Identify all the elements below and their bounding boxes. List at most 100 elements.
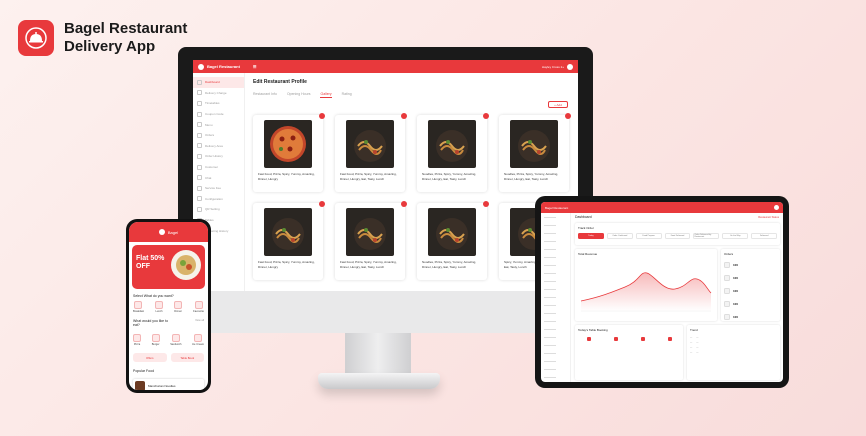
tablet-sidebar-item[interactable] — [541, 264, 570, 272]
stat-icon — [724, 274, 730, 281]
sidebar-item[interactable]: Delivery Area — [193, 141, 244, 152]
gallery-card[interactable]: Fast Food, Pizza, Spicy, Yummy, Amazing,… — [253, 113, 325, 192]
tablet-sidebar-item[interactable] — [541, 376, 570, 382]
sidebar-item[interactable]: Orders — [193, 130, 244, 141]
offers-button[interactable]: Offers — [133, 353, 167, 362]
tablet-sidebar-item[interactable] — [541, 232, 570, 240]
sidebar-item[interactable]: Customer — [193, 162, 244, 173]
tablet-sidebar-item[interactable] — [541, 360, 570, 368]
user-label[interactable]: Hayley Cross 2+ — [542, 65, 564, 69]
delete-icon[interactable] — [401, 113, 407, 119]
noodles-image — [346, 120, 394, 168]
gallery-card-desc: Fast Food, Pizza, Spicy, Yummy, Amazing,… — [258, 172, 315, 181]
booking-slot[interactable] — [640, 337, 645, 341]
category-chip[interactable]: Ice Cream — [192, 334, 204, 346]
profile-tabs: Restaurant Info Opening Hours Gallery Ratin… — [253, 92, 572, 98]
tablet-sidebar-item[interactable] — [541, 336, 570, 344]
tablet-sidebar-item[interactable] — [541, 272, 570, 280]
sidebar-item-label: Coupon Code — [205, 112, 224, 117]
sidebar-item-icon — [197, 164, 202, 170]
view-all-link[interactable]: View all — [195, 319, 204, 322]
tablet-sidebar-item[interactable] — [541, 256, 570, 264]
tablet-sidebar-item[interactable] — [541, 248, 570, 256]
category-icon — [174, 301, 183, 309]
sidebar-item[interactable]: QR Setting — [193, 204, 244, 215]
revenue-card: Total Revenue — [575, 249, 717, 321]
category-icon — [171, 334, 180, 342]
gallery-card[interactable]: Noodles, Pizza, Spicy, Yummy, Amazing, D… — [417, 113, 489, 192]
tab[interactable]: Opening Hours — [287, 92, 311, 98]
tablet-sidebar-item[interactable] — [541, 224, 570, 232]
category-chip[interactable]: Burger — [151, 334, 160, 346]
tab[interactable]: Rating — [342, 92, 352, 98]
delete-icon[interactable] — [401, 201, 407, 207]
delete-icon[interactable] — [483, 201, 489, 207]
eat-heading: What would you like to eat? — [133, 319, 169, 327]
tablet-sidebar-item[interactable] — [541, 280, 570, 288]
sidebar-item[interactable]: Chat — [193, 172, 244, 183]
avatar[interactable] — [567, 63, 573, 70]
tablet-sidebar-item[interactable] — [541, 328, 570, 336]
tablet-sidebar-item[interactable] — [541, 240, 570, 248]
category-chip[interactable]: Favourite — [193, 301, 204, 313]
monitor-stand — [345, 333, 411, 377]
category-chip[interactable]: Breakfast — [133, 301, 144, 313]
desktop-app-name: Bagel Restaurant — [207, 64, 240, 69]
tablet-sidebar-item[interactable] — [541, 304, 570, 312]
sidebar-item[interactable]: Coupon Code — [193, 109, 244, 120]
category-chip[interactable]: Dinner — [174, 301, 183, 313]
tablet-sidebar-item[interactable] — [541, 296, 570, 304]
delete-icon[interactable] — [319, 201, 325, 207]
filter-pill[interactable]: Order Confirmed — [606, 233, 633, 239]
add-button[interactable]: + Add — [548, 101, 568, 108]
popular-heading: Popular Food — [133, 369, 155, 373]
order-stat: 100 — [721, 310, 780, 323]
sidebar-item-label: Delivery Charge — [205, 90, 227, 95]
order-stats: 100 100 100 100 100 — [721, 258, 780, 323]
filter-pill[interactable]: On the Way — [722, 233, 749, 239]
filter-pill[interactable]: Food Prepare — [635, 233, 662, 239]
tablet-sidebar-item[interactable] — [541, 320, 570, 328]
gallery-card[interactable]: Fast Food, Pizza, Spicy, Yummy, Amazing,… — [335, 113, 407, 192]
sidebar-item[interactable]: Configuration — [193, 194, 244, 205]
tablet-sidebar-item[interactable] — [541, 288, 570, 296]
sidebar-item[interactable]: Dashboard — [193, 77, 244, 88]
tablet-sidebar-item[interactable] — [541, 352, 570, 360]
tab[interactable]: Gallery — [320, 92, 332, 98]
gallery-card[interactable]: Fast Food, Pizza, Spicy, Yummy, Amazing,… — [253, 201, 325, 280]
sidebar-item[interactable]: Delivery Charge — [193, 88, 244, 99]
tablet-avatar[interactable] — [774, 205, 779, 210]
popular-item[interactable]: Manchurian Noodles — [133, 379, 204, 390]
booking-slot[interactable] — [586, 337, 591, 341]
tablet-sidebar-item[interactable] — [541, 344, 570, 352]
restaurant-status-link[interactable]: Restaurant Status — [758, 216, 779, 219]
menu-icon[interactable]: ☰ — [253, 64, 257, 69]
delete-icon[interactable] — [483, 113, 489, 119]
tablet-sidebar-item[interactable] — [541, 368, 570, 376]
filter-pill[interactable]: Today — [578, 233, 604, 239]
booking-slot[interactable] — [613, 337, 618, 341]
category-chip[interactable]: Sandwich — [170, 334, 181, 346]
tablet-sidebar-item[interactable] — [541, 312, 570, 320]
tablet-sidebar-item[interactable] — [541, 216, 570, 224]
category-chip[interactable]: Pizza — [133, 334, 141, 346]
filter-pill[interactable]: Order Delivered by Restaurant — [693, 233, 720, 239]
delete-icon[interactable] — [565, 113, 571, 119]
category-chip[interactable]: Lunch — [155, 301, 164, 313]
tab[interactable]: Restaurant Info — [253, 92, 277, 98]
table-book-button[interactable]: Table Book — [170, 353, 204, 362]
sidebar-item-icon — [197, 100, 202, 106]
gallery-card-desc: Fast Food, Pizza, Spicy, Yummy, Amazing,… — [258, 260, 315, 269]
promo-banner[interactable]: Flat 50% OFF — [132, 245, 205, 289]
gallery-card[interactable]: Noodles, Pizza, Spicy, Yummy, Amazing, D… — [499, 113, 571, 192]
gallery-card[interactable]: Noodles, Pizza, Spicy, Yummy, Amazing, D… — [417, 201, 489, 280]
filter-pill[interactable]: Food Delivered — [664, 233, 691, 239]
sidebar-item[interactable]: Menu — [193, 119, 244, 130]
sidebar-item[interactable]: Service Fee — [193, 183, 244, 194]
sidebar-item[interactable]: Timetables — [193, 98, 244, 109]
filter-pill[interactable]: Delivered — [751, 233, 778, 239]
gallery-card[interactable]: Fast Food, Pizza, Spicy, Yummy, Amazing,… — [335, 201, 407, 280]
delete-icon[interactable] — [319, 113, 325, 119]
sidebar-item[interactable]: Order History — [193, 151, 244, 162]
booking-slot[interactable] — [667, 337, 672, 341]
